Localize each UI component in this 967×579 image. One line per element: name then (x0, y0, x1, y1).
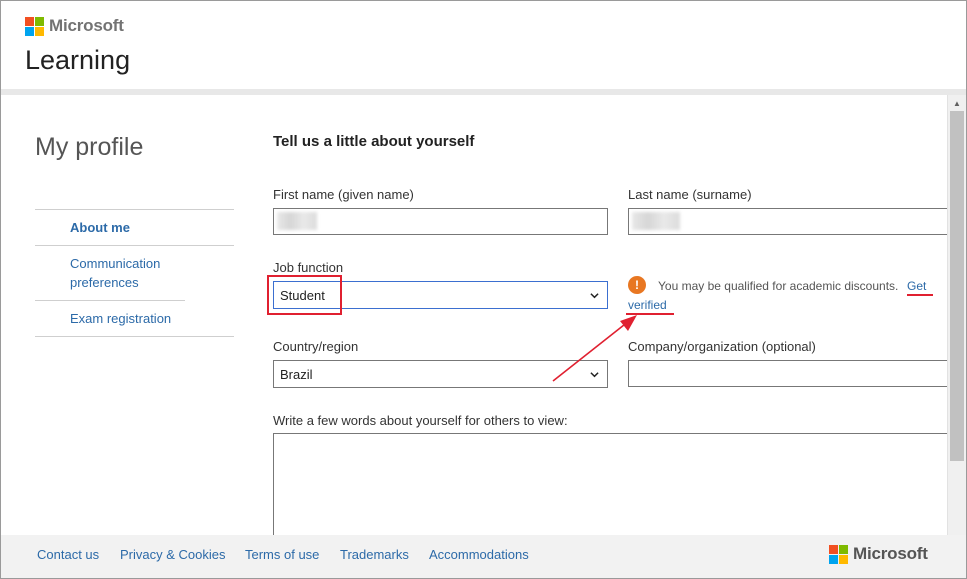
redacted-value (277, 212, 317, 230)
profile-nav: About me Communication preferences Exam … (35, 209, 234, 337)
job-function-label: Job function (273, 260, 344, 275)
footer-brand-name: Microsoft (853, 544, 928, 563)
country-label: Country/region (273, 339, 359, 354)
get-verified-link-continued[interactable]: verified (628, 298, 667, 312)
footer-microsoft-logo[interactable]: Microsoft (829, 544, 928, 564)
annotation-highlight-box (267, 275, 342, 315)
site-footer: Contact us Privacy & Cookies Terms of us… (1, 535, 966, 578)
brand-name: Microsoft (49, 16, 124, 35)
chevron-down-icon (590, 293, 599, 299)
microsoft-logo[interactable]: Microsoft (25, 16, 124, 36)
sidebar-item-about-me[interactable]: About me (35, 210, 234, 246)
redacted-value (632, 212, 680, 230)
footer-link-terms[interactable]: Terms of use (245, 547, 319, 562)
scroll-up-icon[interactable]: ▲ (948, 95, 966, 111)
company-field[interactable] (628, 360, 947, 387)
company-label: Company/organization (optional) (628, 339, 816, 354)
footer-link-trademarks[interactable]: Trademarks (340, 547, 409, 562)
sidebar-item-exam-registration[interactable]: Exam registration (35, 301, 234, 337)
vertical-scrollbar[interactable]: ▲ (947, 95, 966, 535)
site-header: Microsoft Learning (1, 1, 966, 91)
scroll-thumb[interactable] (950, 111, 964, 461)
page-content: My profile About me Communication prefer… (5, 95, 947, 535)
last-name-label: Last name (surname) (628, 187, 752, 202)
academic-discount-notice: You may be qualified for academic discou… (658, 279, 899, 293)
warning-icon: ! (628, 276, 646, 294)
get-verified-link[interactable]: Get (907, 279, 926, 293)
microsoft-logo-icon (829, 544, 848, 564)
footer-link-contact-us[interactable]: Contact us (37, 547, 99, 562)
first-name-field[interactable] (273, 208, 608, 235)
sidebar-item-communication-preferences[interactable]: Communication preferences (35, 246, 185, 301)
app-title[interactable]: Learning (25, 45, 130, 76)
sidebar-title: My profile (35, 133, 144, 161)
browser-window: Microsoft Learning My profile About me C… (0, 0, 967, 579)
about-textarea[interactable] (273, 433, 947, 535)
annotation-underline (907, 294, 933, 296)
footer-link-privacy[interactable]: Privacy & Cookies (120, 547, 225, 562)
first-name-label: First name (given name) (273, 187, 414, 202)
country-value: Brazil (280, 367, 313, 382)
annotation-arrow-icon (552, 315, 637, 382)
footer-link-accommodations[interactable]: Accommodations (429, 547, 529, 562)
last-name-field[interactable] (628, 208, 947, 235)
microsoft-logo-icon (25, 16, 44, 36)
about-label: Write a few words about yourself for oth… (273, 413, 568, 428)
form-heading: Tell us a little about yourself (273, 133, 475, 150)
